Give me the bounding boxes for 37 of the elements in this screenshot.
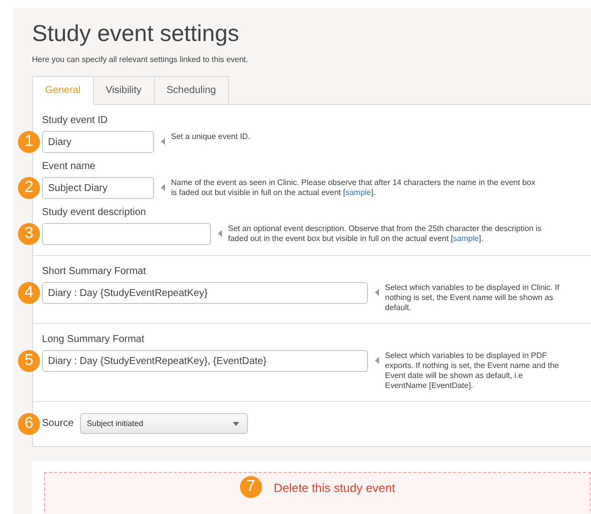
input-field[interactable]: Subject Diary: [42, 177, 154, 199]
input-field[interactable]: [42, 223, 211, 245]
tab[interactable]: Visibility: [94, 76, 155, 105]
delete-button[interactable]: 7 Delete this study event: [44, 472, 591, 514]
caret-icon: [375, 357, 379, 364]
step-badge: 3: [18, 223, 40, 245]
hint-text: Name of the event as seen in Clinic. Please observe that after 14 characters the name in the event box is faded out but visible in full on the actual event [sample].: [171, 178, 536, 198]
hint-text: Select which variables to be displayed in Clinic. If nothing is set, the Event name will be shown as default.: [385, 283, 560, 313]
field-label: Study event description: [42, 207, 147, 218]
caret-icon: [218, 230, 222, 237]
caret-icon: [375, 289, 379, 296]
step-badge: 1: [18, 131, 40, 153]
dropdown-arrow-icon: [232, 422, 239, 426]
field-label: Long Summary Format: [42, 334, 146, 345]
hint-text: Set an optional event description. Observe that from the 25th character the description is faded out in the event box but visible in full on the actual event [sample].: [228, 224, 543, 244]
source-dropdown[interactable]: Subject initiated: [80, 413, 248, 434]
sample-link[interactable]: sample: [453, 234, 479, 243]
hint-text: Select which variables to be displayed in PDF exports. If nothing is set, the Event name and the Event date will be shown as default, i.e EventName [EventDate].: [385, 351, 560, 391]
page-subtitle: Here you can specify all relevant settings linked to this event.: [32, 55, 250, 64]
step-badge: 7: [240, 476, 262, 498]
step-badge: 4: [18, 282, 40, 304]
caret-icon: [161, 184, 165, 191]
step-badge: 5: [18, 350, 40, 372]
page-title: Study event settings: [32, 19, 240, 47]
field-label: Study event ID: [42, 115, 109, 126]
field-label: Event name: [42, 161, 96, 172]
tab[interactable]: Scheduling: [154, 76, 229, 105]
caret-icon: [161, 138, 165, 145]
field-label: Short Summary Format: [42, 266, 147, 277]
input-field[interactable]: Diary: [42, 131, 154, 153]
step-badge: 6: [18, 413, 40, 435]
field-label: Source: [42, 417, 74, 431]
step-badge: 2: [18, 177, 40, 199]
hint-text: Set a unique event ID.: [171, 132, 252, 142]
input-field[interactable]: Diary : Day {StudyEventRepeatKey}: [42, 282, 368, 304]
sample-link[interactable]: sample: [345, 188, 372, 197]
input-field[interactable]: Diary : Day {StudyEventRepeatKey}, {EventDate}: [42, 350, 368, 372]
